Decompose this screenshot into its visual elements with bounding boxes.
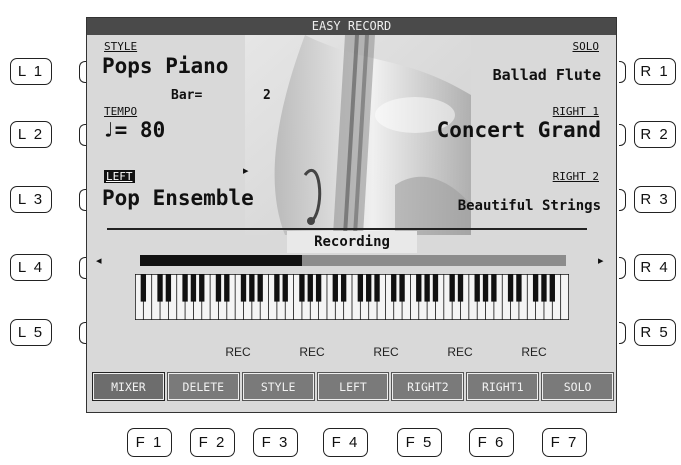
solo-button[interactable]: SOLO bbox=[541, 372, 615, 401]
button-bracket bbox=[79, 124, 86, 146]
style-button[interactable]: STYLE bbox=[241, 372, 315, 401]
style-value: Pops Piano bbox=[102, 54, 229, 78]
right1-label: RIGHT 1 bbox=[552, 105, 599, 118]
right2-label: RIGHT 2 bbox=[552, 170, 599, 183]
delete-button[interactable]: DELETE bbox=[166, 372, 240, 401]
hw-button-r4[interactable]: R 4 bbox=[634, 254, 676, 281]
mixer-button[interactable]: MIXER bbox=[92, 372, 165, 401]
hw-button-r5[interactable]: R 5 bbox=[634, 319, 676, 346]
hw-button-l2[interactable]: L 2 bbox=[10, 121, 52, 148]
right1-button[interactable]: RIGHT1 bbox=[466, 372, 540, 401]
hw-button-f7[interactable]: F 7 bbox=[542, 428, 587, 457]
rec-label-style: REC bbox=[225, 345, 251, 359]
arrow-right-icon: ▸ bbox=[598, 255, 604, 267]
progress-fill bbox=[140, 255, 302, 266]
hw-button-f3[interactable]: F 3 bbox=[253, 428, 298, 457]
bar-label: Bar= bbox=[171, 88, 203, 103]
button-bracket bbox=[619, 257, 626, 279]
hw-button-r2[interactable]: R 2 bbox=[634, 121, 676, 148]
style-label: STYLE bbox=[104, 40, 138, 53]
hw-button-r1[interactable]: R 1 bbox=[634, 58, 676, 85]
rec-label-right2: REC bbox=[373, 345, 399, 359]
right1-value: Concert Grand bbox=[436, 118, 601, 142]
recording-progress-bar bbox=[140, 255, 566, 266]
button-bracket bbox=[619, 61, 626, 83]
lcd-screen: EASY RECORD STYLE Pops Piano Bar= 2 TEMP… bbox=[86, 17, 617, 413]
hw-button-l4[interactable]: L 4 bbox=[10, 254, 52, 281]
hw-button-r3[interactable]: R 3 bbox=[634, 186, 676, 213]
soft-button-bar: MIXER DELETE STYLE LEFT RIGHT2 RIGHT1 SO… bbox=[92, 372, 615, 401]
hw-button-f6[interactable]: F 6 bbox=[469, 428, 514, 457]
button-bracket bbox=[79, 257, 86, 279]
divider bbox=[107, 228, 587, 230]
hw-button-f2[interactable]: F 2 bbox=[190, 428, 235, 457]
hw-button-l3[interactable]: L 3 bbox=[10, 186, 52, 213]
recording-status: Recording bbox=[287, 231, 417, 253]
piano-keyboard bbox=[135, 274, 569, 320]
hw-button-l5[interactable]: L 5 bbox=[10, 319, 52, 346]
button-bracket bbox=[619, 322, 626, 344]
solo-value: Ballad Flute bbox=[492, 66, 601, 84]
bar-value: 2 bbox=[263, 88, 271, 103]
hw-button-f4[interactable]: F 4 bbox=[323, 428, 368, 457]
button-bracket bbox=[79, 61, 86, 83]
left-value: Pop Ensemble bbox=[102, 186, 254, 210]
hw-button-l1[interactable]: L 1 bbox=[10, 58, 52, 85]
right2-button[interactable]: RIGHT2 bbox=[391, 372, 465, 401]
solo-label: SOLO bbox=[572, 40, 600, 53]
button-bracket bbox=[619, 189, 626, 211]
rec-label-left: REC bbox=[299, 345, 325, 359]
tempo-value: ♩= 80 bbox=[102, 118, 166, 142]
screen-title: EASY RECORD bbox=[87, 18, 616, 35]
hw-button-f5[interactable]: F 5 bbox=[397, 428, 442, 457]
play-marker-icon: ▸ bbox=[243, 165, 249, 177]
rec-label-right1: REC bbox=[447, 345, 473, 359]
rec-label-solo: REC bbox=[521, 345, 547, 359]
button-bracket bbox=[79, 322, 86, 344]
arrow-left-icon: ◂ bbox=[96, 255, 102, 267]
button-bracket bbox=[79, 189, 86, 211]
button-bracket bbox=[619, 124, 626, 146]
hw-button-f1[interactable]: F 1 bbox=[127, 428, 172, 457]
left-button[interactable]: LEFT bbox=[316, 372, 390, 401]
left-label: LEFT bbox=[104, 170, 135, 183]
tempo-label: TEMPO bbox=[104, 105, 138, 118]
right2-value: Beautiful Strings bbox=[457, 198, 601, 214]
